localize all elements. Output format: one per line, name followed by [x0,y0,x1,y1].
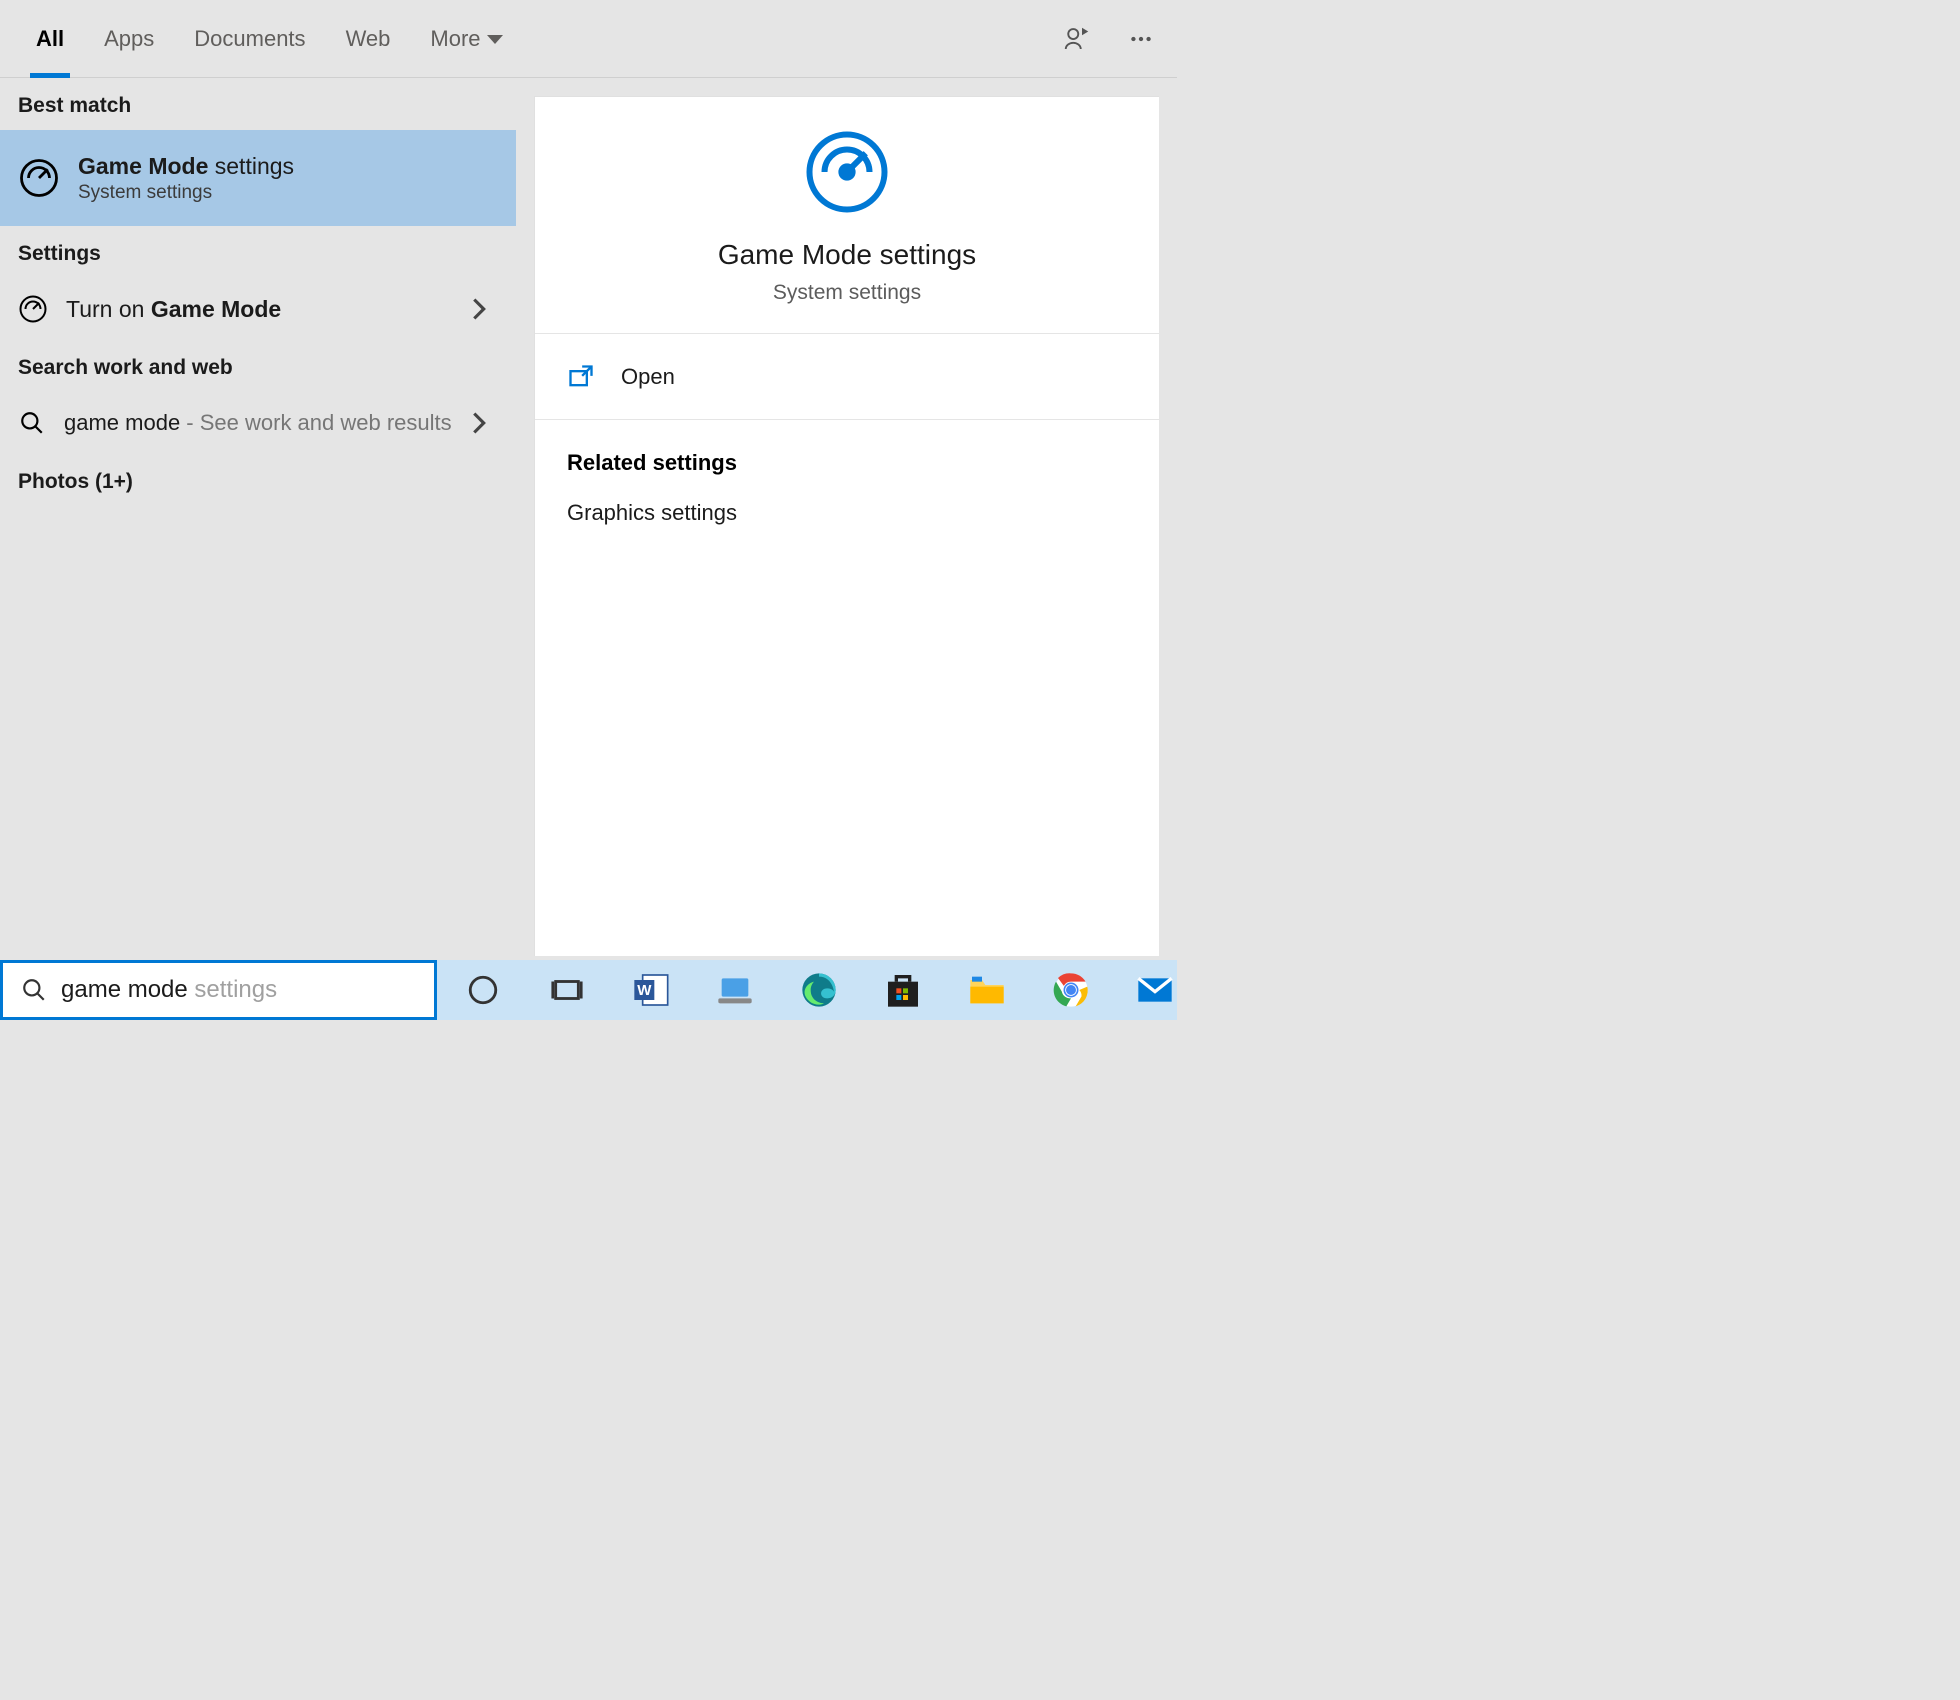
result-title: Game Mode settings [78,153,498,180]
related-settings-header: Related settings [567,450,1127,476]
open-action[interactable]: Open [535,334,1159,420]
search-icon [18,409,46,437]
tab-more-label: More [430,26,480,51]
preview-hero: Game Mode settings System settings [535,97,1159,334]
chevron-right-icon [472,298,486,320]
result-web-search[interactable]: game mode - See work and web results [0,392,516,454]
gauge-icon [18,294,48,324]
results-list: Best match Game Mode settings System set… [0,78,516,960]
svg-text:W: W [637,982,652,999]
preview-subtitle: System settings [535,281,1159,305]
gauge-icon [18,157,60,199]
cortana-icon[interactable] [461,968,505,1012]
search-panel: All Apps Documents Web More Best match G… [0,0,1177,960]
taskbar: game mode settings W [0,960,1177,1020]
mail-icon[interactable] [1133,968,1177,1012]
tab-documents[interactable]: Documents [174,0,325,78]
file-explorer-icon[interactable] [965,968,1009,1012]
edge-icon[interactable] [797,968,841,1012]
preview-pane: Game Mode settings System settings Open … [534,96,1159,956]
open-label: Open [621,364,675,390]
result-turn-on-game-mode[interactable]: Turn on Game Mode [0,278,516,340]
tab-more[interactable]: More [410,0,522,78]
task-view-icon[interactable] [545,968,589,1012]
store-icon[interactable] [881,968,925,1012]
gauge-icon [535,127,1159,217]
tab-web[interactable]: Web [326,0,411,78]
result-subtitle: System settings [78,182,498,204]
result-best-match[interactable]: Game Mode settings System settings [0,130,516,226]
related-graphics-settings[interactable]: Graphics settings [567,500,1127,526]
filter-tabs: All Apps Documents Web More [0,0,1177,78]
search-text: game mode settings [61,976,277,1004]
section-best-match: Best match [0,78,516,130]
chrome-icon[interactable] [1049,968,1093,1012]
word-icon[interactable]: W [629,968,673,1012]
tab-all[interactable]: All [16,0,84,78]
laptop-icon[interactable] [713,968,757,1012]
chevron-right-icon [472,412,486,434]
search-input[interactable]: game mode settings [0,960,437,1020]
preview-title: Game Mode settings [535,239,1159,271]
search-icon [21,977,47,1003]
section-search-work-web: Search work and web [0,340,516,392]
result-title: Turn on Game Mode [66,296,281,323]
section-photos[interactable]: Photos (1+) [0,454,516,506]
tab-apps[interactable]: Apps [84,0,174,78]
section-settings: Settings [0,226,516,278]
more-options-icon[interactable] [1123,21,1159,57]
chevron-down-icon [487,35,503,44]
feedback-icon[interactable] [1059,21,1095,57]
open-icon [567,363,595,391]
result-title: game mode - See work and web results [64,410,452,436]
taskbar-icons: W [437,968,1177,1012]
